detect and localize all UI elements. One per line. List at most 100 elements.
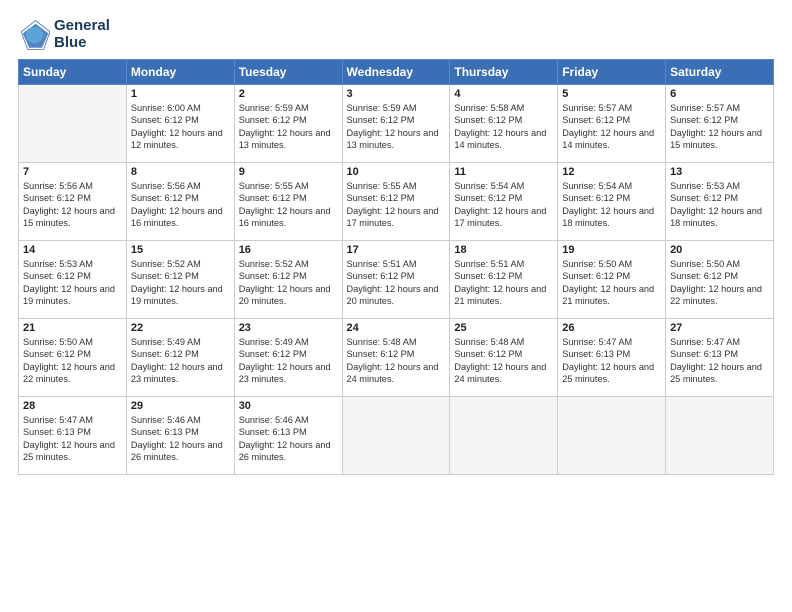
day-number: 8 bbox=[131, 166, 230, 178]
day-info: Sunrise: 5:59 AMSunset: 6:12 PMDaylight:… bbox=[347, 102, 446, 152]
day-number: 11 bbox=[454, 166, 553, 178]
calendar-cell: 26 Sunrise: 5:47 AMSunset: 6:13 PMDaylig… bbox=[558, 319, 666, 397]
day-number: 5 bbox=[562, 88, 661, 100]
calendar-cell: 2 Sunrise: 5:59 AMSunset: 6:12 PMDayligh… bbox=[234, 85, 342, 163]
day-number: 2 bbox=[239, 88, 338, 100]
day-info: Sunrise: 5:51 AMSunset: 6:12 PMDaylight:… bbox=[347, 258, 446, 308]
week-row-4: 21 Sunrise: 5:50 AMSunset: 6:12 PMDaylig… bbox=[19, 319, 774, 397]
weekday-header-friday: Friday bbox=[558, 60, 666, 85]
week-row-1: 1 Sunrise: 6:00 AMSunset: 6:12 PMDayligh… bbox=[19, 85, 774, 163]
day-info: Sunrise: 5:49 AMSunset: 6:12 PMDaylight:… bbox=[239, 336, 338, 386]
weekday-header-row: SundayMondayTuesdayWednesdayThursdayFrid… bbox=[19, 60, 774, 85]
calendar-cell: 19 Sunrise: 5:50 AMSunset: 6:12 PMDaylig… bbox=[558, 241, 666, 319]
day-number: 7 bbox=[23, 166, 122, 178]
day-number: 19 bbox=[562, 244, 661, 256]
day-number: 10 bbox=[347, 166, 446, 178]
calendar-table: SundayMondayTuesdayWednesdayThursdayFrid… bbox=[18, 59, 774, 475]
day-number: 9 bbox=[239, 166, 338, 178]
day-number: 23 bbox=[239, 322, 338, 334]
weekday-header-sunday: Sunday bbox=[19, 60, 127, 85]
day-info: Sunrise: 5:52 AMSunset: 6:12 PMDaylight:… bbox=[239, 258, 338, 308]
day-number: 3 bbox=[347, 88, 446, 100]
day-info: Sunrise: 5:46 AMSunset: 6:13 PMDaylight:… bbox=[239, 414, 338, 464]
weekday-header-tuesday: Tuesday bbox=[234, 60, 342, 85]
day-info: Sunrise: 5:57 AMSunset: 6:12 PMDaylight:… bbox=[562, 102, 661, 152]
day-number: 6 bbox=[670, 88, 769, 100]
calendar-cell bbox=[19, 85, 127, 163]
calendar-cell: 24 Sunrise: 5:48 AMSunset: 6:12 PMDaylig… bbox=[342, 319, 450, 397]
day-info: Sunrise: 5:46 AMSunset: 6:13 PMDaylight:… bbox=[131, 414, 230, 464]
day-number: 16 bbox=[239, 244, 338, 256]
day-number: 1 bbox=[131, 88, 230, 100]
calendar-cell bbox=[666, 397, 774, 475]
day-number: 26 bbox=[562, 322, 661, 334]
day-number: 14 bbox=[23, 244, 122, 256]
logo: General Blue bbox=[18, 18, 110, 51]
day-info: Sunrise: 5:58 AMSunset: 6:12 PMDaylight:… bbox=[454, 102, 553, 152]
calendar-cell: 16 Sunrise: 5:52 AMSunset: 6:12 PMDaylig… bbox=[234, 241, 342, 319]
calendar-cell: 4 Sunrise: 5:58 AMSunset: 6:12 PMDayligh… bbox=[450, 85, 558, 163]
calendar-cell: 30 Sunrise: 5:46 AMSunset: 6:13 PMDaylig… bbox=[234, 397, 342, 475]
day-info: Sunrise: 5:53 AMSunset: 6:12 PMDaylight:… bbox=[670, 180, 769, 230]
calendar-cell: 9 Sunrise: 5:55 AMSunset: 6:12 PMDayligh… bbox=[234, 163, 342, 241]
header: General Blue bbox=[18, 18, 774, 51]
calendar-cell: 8 Sunrise: 5:56 AMSunset: 6:12 PMDayligh… bbox=[126, 163, 234, 241]
day-info: Sunrise: 5:48 AMSunset: 6:12 PMDaylight:… bbox=[454, 336, 553, 386]
day-number: 21 bbox=[23, 322, 122, 334]
day-number: 20 bbox=[670, 244, 769, 256]
logo-text: General Blue bbox=[54, 18, 110, 51]
calendar-cell: 14 Sunrise: 5:53 AMSunset: 6:12 PMDaylig… bbox=[19, 241, 127, 319]
calendar-cell: 25 Sunrise: 5:48 AMSunset: 6:12 PMDaylig… bbox=[450, 319, 558, 397]
day-number: 4 bbox=[454, 88, 553, 100]
day-number: 27 bbox=[670, 322, 769, 334]
day-info: Sunrise: 5:47 AMSunset: 6:13 PMDaylight:… bbox=[562, 336, 661, 386]
weekday-header-saturday: Saturday bbox=[666, 60, 774, 85]
calendar-cell: 15 Sunrise: 5:52 AMSunset: 6:12 PMDaylig… bbox=[126, 241, 234, 319]
day-info: Sunrise: 6:00 AMSunset: 6:12 PMDaylight:… bbox=[131, 102, 230, 152]
day-info: Sunrise: 5:59 AMSunset: 6:12 PMDaylight:… bbox=[239, 102, 338, 152]
calendar-cell bbox=[342, 397, 450, 475]
day-number: 17 bbox=[347, 244, 446, 256]
calendar-cell: 11 Sunrise: 5:54 AMSunset: 6:12 PMDaylig… bbox=[450, 163, 558, 241]
calendar-cell: 7 Sunrise: 5:56 AMSunset: 6:12 PMDayligh… bbox=[19, 163, 127, 241]
weekday-header-monday: Monday bbox=[126, 60, 234, 85]
day-number: 18 bbox=[454, 244, 553, 256]
day-info: Sunrise: 5:49 AMSunset: 6:12 PMDaylight:… bbox=[131, 336, 230, 386]
day-info: Sunrise: 5:54 AMSunset: 6:12 PMDaylight:… bbox=[562, 180, 661, 230]
calendar-cell: 23 Sunrise: 5:49 AMSunset: 6:12 PMDaylig… bbox=[234, 319, 342, 397]
calendar-cell: 29 Sunrise: 5:46 AMSunset: 6:13 PMDaylig… bbox=[126, 397, 234, 475]
calendar-cell: 1 Sunrise: 6:00 AMSunset: 6:12 PMDayligh… bbox=[126, 85, 234, 163]
calendar-cell: 18 Sunrise: 5:51 AMSunset: 6:12 PMDaylig… bbox=[450, 241, 558, 319]
day-info: Sunrise: 5:56 AMSunset: 6:12 PMDaylight:… bbox=[131, 180, 230, 230]
day-number: 30 bbox=[239, 400, 338, 412]
calendar-cell: 17 Sunrise: 5:51 AMSunset: 6:12 PMDaylig… bbox=[342, 241, 450, 319]
weekday-header-thursday: Thursday bbox=[450, 60, 558, 85]
weekday-header-wednesday: Wednesday bbox=[342, 60, 450, 85]
day-info: Sunrise: 5:48 AMSunset: 6:12 PMDaylight:… bbox=[347, 336, 446, 386]
day-info: Sunrise: 5:47 AMSunset: 6:13 PMDaylight:… bbox=[670, 336, 769, 386]
day-info: Sunrise: 5:55 AMSunset: 6:12 PMDaylight:… bbox=[347, 180, 446, 230]
day-number: 29 bbox=[131, 400, 230, 412]
day-number: 13 bbox=[670, 166, 769, 178]
day-info: Sunrise: 5:50 AMSunset: 6:12 PMDaylight:… bbox=[23, 336, 122, 386]
day-info: Sunrise: 5:57 AMSunset: 6:12 PMDaylight:… bbox=[670, 102, 769, 152]
calendar-cell: 20 Sunrise: 5:50 AMSunset: 6:12 PMDaylig… bbox=[666, 241, 774, 319]
day-number: 25 bbox=[454, 322, 553, 334]
calendar-cell: 13 Sunrise: 5:53 AMSunset: 6:12 PMDaylig… bbox=[666, 163, 774, 241]
calendar-cell: 5 Sunrise: 5:57 AMSunset: 6:12 PMDayligh… bbox=[558, 85, 666, 163]
day-info: Sunrise: 5:55 AMSunset: 6:12 PMDaylight:… bbox=[239, 180, 338, 230]
logo-icon bbox=[18, 19, 50, 51]
day-info: Sunrise: 5:50 AMSunset: 6:12 PMDaylight:… bbox=[562, 258, 661, 308]
day-info: Sunrise: 5:54 AMSunset: 6:12 PMDaylight:… bbox=[454, 180, 553, 230]
calendar-cell: 21 Sunrise: 5:50 AMSunset: 6:12 PMDaylig… bbox=[19, 319, 127, 397]
day-number: 15 bbox=[131, 244, 230, 256]
page: General Blue SundayMondayTuesdayWednesda… bbox=[0, 0, 792, 612]
day-info: Sunrise: 5:50 AMSunset: 6:12 PMDaylight:… bbox=[670, 258, 769, 308]
day-info: Sunrise: 5:51 AMSunset: 6:12 PMDaylight:… bbox=[454, 258, 553, 308]
calendar-cell: 27 Sunrise: 5:47 AMSunset: 6:13 PMDaylig… bbox=[666, 319, 774, 397]
calendar-cell: 28 Sunrise: 5:47 AMSunset: 6:13 PMDaylig… bbox=[19, 397, 127, 475]
day-number: 22 bbox=[131, 322, 230, 334]
calendar-cell: 12 Sunrise: 5:54 AMSunset: 6:12 PMDaylig… bbox=[558, 163, 666, 241]
week-row-3: 14 Sunrise: 5:53 AMSunset: 6:12 PMDaylig… bbox=[19, 241, 774, 319]
calendar-cell: 3 Sunrise: 5:59 AMSunset: 6:12 PMDayligh… bbox=[342, 85, 450, 163]
